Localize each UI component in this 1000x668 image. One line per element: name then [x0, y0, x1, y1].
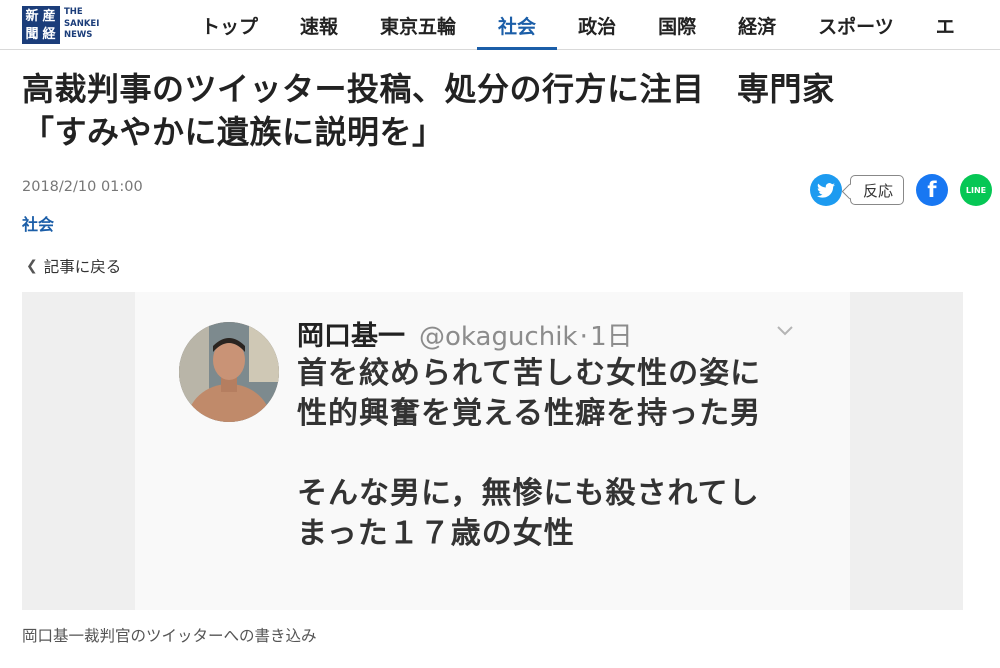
photo-caption: 岡口基一裁判官のツイッターへの書き込み: [22, 627, 317, 645]
nav-item-breaking[interactable]: 速報: [279, 0, 359, 50]
share-bar: 反応 f LINE: [809, 174, 992, 206]
tweet-text: 首を絞められて苦しむ女性の姿に 性的興奮を覚える性癖を持った男 そんな男に，無惨…: [297, 354, 761, 554]
logo-kanji-4: 経: [42, 27, 57, 42]
reaction-count-button[interactable]: 反応: [849, 175, 904, 205]
article-category-link[interactable]: 社会: [22, 211, 54, 235]
facebook-icon: f: [927, 178, 937, 202]
nav-item-economy[interactable]: 経済: [717, 0, 797, 50]
line-icon: LINE: [965, 185, 987, 195]
twitter-icon: [816, 182, 835, 198]
chevron-down-icon: [777, 326, 793, 336]
tweet-author-name: 岡口基一: [297, 321, 405, 352]
tweet-author-handle: @okaguchik: [419, 322, 578, 352]
chevron-left-icon: ❮: [26, 258, 38, 274]
logo-kanji-mark: 新 産 聞 経: [22, 6, 60, 44]
logo-kanji-1: 新: [25, 9, 40, 24]
tweet-line-2: 性的興奮を覚える性癖を持った男: [297, 396, 762, 431]
headline-line-2: 「すみやかに遺族に説明を」: [22, 113, 445, 151]
nav-item-international[interactable]: 国際: [637, 0, 717, 50]
article-date: 2018/2/10 01:00: [22, 179, 143, 195]
twitter-share-button[interactable]: [809, 174, 842, 206]
back-to-article-link[interactable]: ❮ 記事に戻る: [26, 255, 121, 277]
tweet-paragraph-gap: [297, 434, 761, 474]
headline-line-1: 高裁判事のツイッター投稿、処分の行方に注目 専門家: [22, 70, 835, 108]
tweet-line-3: そんな男に，無惨にも殺されてし: [297, 476, 760, 511]
sankei-logo[interactable]: 新 産 聞 経 THE SANKEI NEWS: [22, 6, 100, 44]
tweet-separator: ·: [579, 321, 589, 352]
facebook-share-button[interactable]: f: [916, 174, 948, 206]
nav-item-sports[interactable]: スポーツ: [797, 0, 915, 50]
nav-menu: トップ 速報 東京五輪 社会 政治 国際 経済 スポーツ エ: [180, 0, 976, 50]
logo-english-text: THE SANKEI NEWS: [64, 7, 100, 40]
top-nav: 新 産 聞 経 THE SANKEI NEWS トップ 速報 東京五輪 社会 政…: [0, 0, 1000, 50]
avatar: [179, 322, 279, 422]
article-headline: 高裁判事のツイッター投稿、処分の行方に注目 専門家 「すみやかに遺族に説明を」: [22, 68, 982, 154]
nav-item-entertainment[interactable]: エ: [915, 0, 976, 50]
avatar-photo-illustration: [179, 322, 279, 422]
article-photo[interactable]: 岡口基一 @okaguchik · 1日 首を絞められて苦しむ女性の姿に 性的興…: [22, 292, 963, 610]
tweet-screenshot: 岡口基一 @okaguchik · 1日 首を絞められて苦しむ女性の姿に 性的興…: [135, 292, 850, 610]
tweet-time: 1日: [590, 322, 633, 352]
nav-item-society[interactable]: 社会: [477, 0, 558, 50]
nav-item-top[interactable]: トップ: [180, 0, 279, 50]
tweet-header: 岡口基一 @okaguchik · 1日: [297, 314, 633, 353]
logo-kanji-3: 聞: [25, 27, 40, 42]
tweet-line-1: 首を絞められて苦しむ女性の姿に: [297, 356, 762, 391]
nav-item-politics[interactable]: 政治: [557, 0, 637, 50]
back-link-label: 記事に戻る: [43, 258, 122, 276]
line-share-button[interactable]: LINE: [960, 174, 992, 206]
nav-item-tokyo-olympics[interactable]: 東京五輪: [359, 0, 477, 50]
logo-kanji-2: 産: [42, 9, 57, 24]
tweet-line-4: まった１７歳の女性: [297, 516, 575, 551]
